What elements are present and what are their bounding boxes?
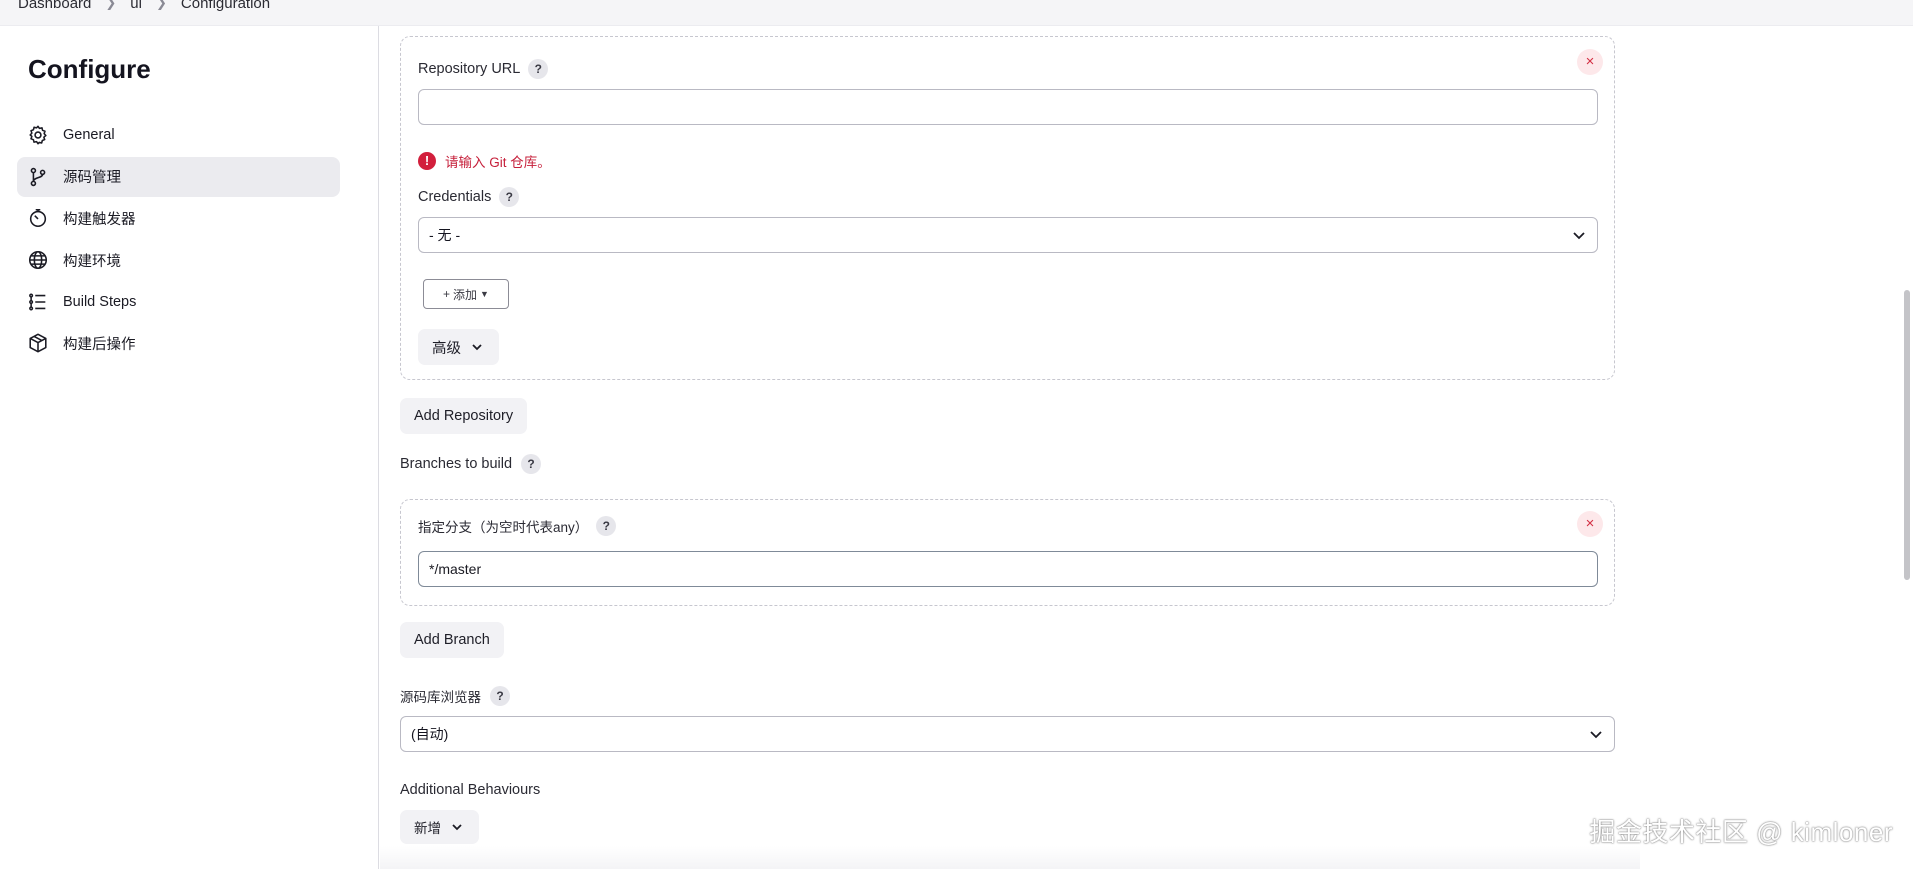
sidebar-item-post-build[interactable]: 构建后操作 — [17, 323, 340, 363]
sidebar-item-label: 构建触发器 — [63, 211, 136, 228]
repository-url-error: ! 请输入 Git 仓库。 — [418, 151, 551, 171]
help-icon[interactable]: ? — [499, 187, 520, 207]
chevron-down-icon — [1588, 726, 1604, 742]
repository-browser-select[interactable]: (自动) — [400, 716, 1615, 752]
bottom-fade — [380, 846, 1640, 869]
sidebar-item-label: 构建环境 — [63, 253, 121, 270]
chevron-down-icon — [449, 819, 465, 835]
repository-browser-value: (自动) — [411, 726, 449, 742]
sidebar: Configure General 源码管理 构建触发器 构建环境 Build … — [0, 26, 379, 869]
remove-branch-button[interactable]: × — [1577, 511, 1603, 537]
timer-icon — [27, 207, 49, 229]
branch-specifier-label-text: 指定分支（为空时代表any） — [418, 520, 589, 535]
add-credentials-label: 添加 — [453, 287, 478, 302]
list-icon — [27, 291, 49, 313]
caret-down-icon: ▼ — [480, 289, 489, 299]
chevron-down-icon — [1571, 227, 1587, 243]
gear-icon — [27, 124, 49, 146]
branch-specifier-label: 指定分支（为空时代表any） ? — [418, 516, 617, 536]
scrollbar-thumb[interactable] — [1904, 290, 1910, 580]
sidebar-item-general[interactable]: General — [17, 115, 340, 155]
advanced-label: 高级 — [432, 340, 461, 357]
page-scrollbar[interactable] — [1899, 26, 1913, 869]
branch-panel: × 指定分支（为空时代表any） ? — [400, 499, 1615, 606]
remove-repository-button[interactable]: × — [1577, 49, 1603, 75]
main-content: × Repository URL ? ! 请输入 Git 仓库。 Credent… — [400, 26, 1620, 869]
error-message: 请输入 Git 仓库。 — [445, 155, 551, 170]
error-icon: ! — [418, 152, 436, 170]
help-icon[interactable]: ? — [596, 516, 617, 536]
add-repository-button[interactable]: Add Repository — [400, 398, 528, 434]
sidebar-item-build-environment[interactable]: 构建环境 — [17, 240, 340, 280]
help-icon[interactable]: ? — [490, 686, 510, 706]
add-branch-button[interactable]: Add Branch — [400, 622, 504, 658]
chevron-right-icon: ❯ — [155, 0, 167, 10]
sidebar-item-label: 构建后操作 — [63, 336, 136, 353]
repository-browser-label: 源码库浏览器 ? — [400, 686, 510, 706]
chevron-right-icon: ❯ — [105, 0, 117, 10]
add-credentials-button[interactable]: + 添加 ▼ — [423, 279, 509, 309]
branches-label-text: Branches to build — [400, 456, 513, 472]
breadcrumb: Dashboard ❯ ui ❯ Configuration — [18, 0, 270, 16]
breadcrumb-configuration[interactable]: Configuration — [181, 0, 270, 12]
sidebar-item-label: Build Steps — [63, 293, 137, 310]
sidebar-item-build-steps[interactable]: Build Steps — [17, 282, 340, 322]
side-nav: General 源码管理 构建触发器 构建环境 Build Steps 构建后操… — [17, 115, 340, 365]
sidebar-item-label: General — [63, 127, 115, 143]
page-title: Configure — [28, 54, 151, 84]
breadcrumb-ui[interactable]: ui — [130, 0, 142, 12]
branches-to-build-label: Branches to build ? — [400, 454, 542, 474]
repository-browser-label-text: 源码库浏览器 — [400, 690, 481, 705]
repository-panel: × Repository URL ? ! 请输入 Git 仓库。 Credent… — [400, 36, 1615, 380]
repository-url-label-text: Repository URL — [418, 61, 521, 77]
credentials-value: - 无 - — [429, 227, 461, 243]
git-branch-icon — [27, 166, 49, 188]
advanced-button[interactable]: 高级 — [418, 329, 499, 365]
breadcrumb-dashboard[interactable]: Dashboard — [18, 0, 91, 12]
chevron-down-icon — [469, 339, 485, 355]
add-behaviour-button[interactable]: 新增 — [400, 810, 479, 844]
watermark: 掘金技术社区 @ kimloner — [1589, 817, 1893, 847]
add-behaviour-label: 新增 — [414, 821, 441, 836]
plus-icon: + — [443, 287, 451, 301]
help-icon[interactable]: ? — [528, 59, 549, 79]
branch-specifier-input[interactable] — [418, 551, 1598, 587]
credentials-label: Credentials ? — [418, 187, 520, 207]
package-icon — [27, 332, 49, 354]
credentials-select[interactable]: - 无 - — [418, 217, 1598, 253]
sidebar-item-build-triggers[interactable]: 构建触发器 — [17, 198, 340, 238]
help-icon[interactable]: ? — [521, 454, 542, 474]
breadcrumb-bar: Dashboard ❯ ui ❯ Configuration — [0, 0, 1913, 26]
additional-behaviours-label: Additional Behaviours — [400, 782, 541, 798]
globe-icon — [27, 249, 49, 271]
repository-url-input[interactable] — [418, 89, 1598, 125]
credentials-label-text: Credentials — [418, 189, 492, 205]
repository-url-label: Repository URL ? — [418, 59, 549, 79]
sidebar-item-scm[interactable]: 源码管理 — [17, 156, 340, 197]
sidebar-item-label: 源码管理 — [63, 170, 121, 187]
